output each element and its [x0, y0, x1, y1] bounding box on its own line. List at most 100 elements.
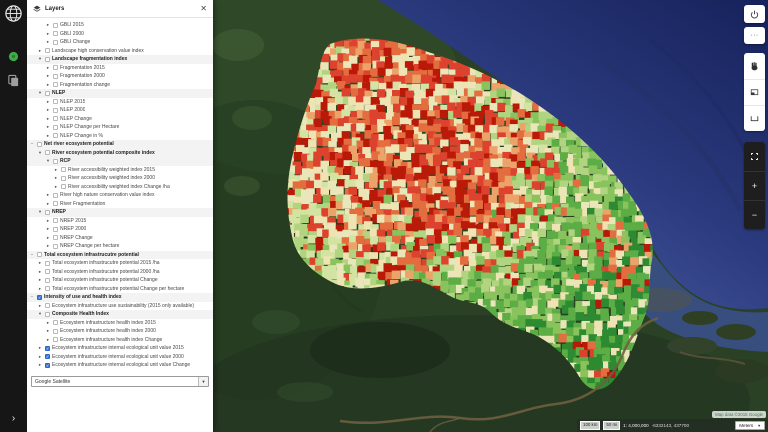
layer-tree-item[interactable]: ▸NREP Change — [27, 234, 213, 243]
layer-visibility-checkbox[interactable] — [45, 346, 50, 351]
expand-caret-icon[interactable]: ▸ — [45, 192, 51, 198]
layer-tree-item[interactable]: ▾Composite Health Index — [27, 310, 213, 319]
layer-tree-item[interactable]: ▸NREP 2000 — [27, 225, 213, 234]
layer-tree-item[interactable]: ▸Ecosystem infrastructure health index 2… — [27, 319, 213, 328]
expand-caret-icon[interactable]: ▸ — [45, 124, 51, 130]
layer-tree-item[interactable]: ▾RCP — [27, 157, 213, 166]
expand-caret-icon[interactable]: ▸ — [45, 337, 51, 343]
layer-tree-item[interactable]: ▸River accessibility weighted index 2015 — [27, 166, 213, 175]
expand-caret-icon[interactable]: ▸ — [53, 184, 59, 190]
expand-caret-icon[interactable]: ▸ — [53, 167, 59, 173]
layer-visibility-checkbox[interactable] — [53, 23, 58, 28]
expand-caret-icon[interactable]: ▸ — [45, 201, 51, 207]
layer-tree-item[interactable]: ▸NREP 2015 — [27, 217, 213, 226]
expand-caret-icon[interactable]: ▸ — [45, 65, 51, 71]
layer-visibility-checkbox[interactable] — [45, 57, 50, 62]
layer-tree-item[interactable]: ▾NLEP — [27, 89, 213, 98]
globe-logo-icon[interactable] — [4, 4, 23, 23]
layer-visibility-checkbox[interactable] — [53, 218, 58, 223]
layer-tree-item[interactable]: ▸Total ecosystem infrastrucutre potentia… — [27, 259, 213, 268]
layer-visibility-checkbox[interactable] — [53, 82, 58, 87]
layer-visibility-checkbox[interactable] — [53, 320, 58, 325]
expand-caret-icon[interactable]: ▸ — [45, 31, 51, 37]
collapse-caret-icon[interactable]: ▾ — [37, 90, 43, 96]
collapse-caret-icon[interactable]: − — [29, 141, 35, 147]
expand-caret-icon[interactable]: ▸ — [45, 22, 51, 28]
zoom-in-button[interactable]: + — [744, 171, 765, 200]
expand-caret-icon[interactable]: ▸ — [37, 269, 43, 275]
layer-visibility-checkbox[interactable] — [53, 244, 58, 249]
layer-tree-item[interactable]: ▸River accessibility weighted index 2000 — [27, 174, 213, 183]
basemap-select[interactable]: Google Satellite ▼ — [31, 376, 209, 387]
expand-caret-icon[interactable]: ▸ — [45, 218, 51, 224]
layer-tree-item[interactable]: ▸NLEP 2000 — [27, 106, 213, 115]
expand-caret-icon[interactable]: ▸ — [37, 277, 43, 283]
expand-caret-icon[interactable]: ▸ — [45, 133, 51, 139]
layer-visibility-checkbox[interactable] — [53, 99, 58, 104]
more-options-button[interactable]: ··· — [744, 27, 765, 44]
layer-tree-item[interactable]: ▸Ecosystem infrastructure internal ecolo… — [27, 344, 213, 353]
close-icon[interactable]: ✕ — [200, 5, 207, 13]
collapse-caret-icon[interactable]: − — [29, 294, 35, 300]
layer-visibility-checkbox[interactable] — [45, 286, 50, 291]
layer-visibility-checkbox[interactable] — [45, 269, 50, 274]
layer-visibility-checkbox[interactable] — [45, 210, 50, 215]
expand-caret-icon[interactable]: ▸ — [45, 235, 51, 241]
layer-visibility-checkbox[interactable] — [45, 303, 50, 308]
expand-caret-icon[interactable]: ▸ — [37, 48, 43, 54]
power-button[interactable] — [744, 5, 765, 23]
layer-visibility-checkbox[interactable] — [53, 159, 58, 164]
layer-tree-item[interactable]: ▸Total ecosystem infrastrucutre potentia… — [27, 268, 213, 277]
layer-tree-item[interactable]: ▸Ecosystem infrastructure use sustainabi… — [27, 302, 213, 311]
expand-caret-icon[interactable]: ▸ — [45, 107, 51, 113]
expand-caret-icon[interactable]: ▸ — [53, 175, 59, 181]
layer-tree-item[interactable]: −Total ecosystem infrastrucutre potentia… — [27, 251, 213, 260]
layer-tree-item[interactable]: ▸NLEP Change in % — [27, 132, 213, 141]
layer-tree-item[interactable]: ▸Ecosystem infrastructure health index C… — [27, 336, 213, 345]
layer-tree-item[interactable]: ▸River accessibility weighted index Chan… — [27, 183, 213, 192]
layer-tree-item[interactable]: −Net river ecosystem potential — [27, 140, 213, 149]
layer-visibility-checkbox[interactable] — [53, 31, 58, 36]
layer-tree-item[interactable]: ▸Total ecosystem infrastrucutre potentia… — [27, 276, 213, 285]
expand-caret-icon[interactable]: ▸ — [45, 99, 51, 105]
layer-tree-item[interactable]: ▸Fragmentation 2015 — [27, 64, 213, 73]
copy-pages-icon[interactable] — [7, 74, 20, 87]
layer-tree-item[interactable]: ▸Fragmentation change — [27, 81, 213, 90]
layer-tree-item[interactable]: ▸GBLI 2000 — [27, 30, 213, 39]
layer-tree-item[interactable]: ▸Ecosystem infrastructure internal ecolo… — [27, 361, 213, 370]
collapse-caret-icon[interactable]: ▾ — [45, 158, 51, 164]
layer-tree-item[interactable]: ▸GBLI 2015 — [27, 21, 213, 30]
expand-caret-icon[interactable]: ▸ — [37, 345, 43, 351]
layer-tree-item[interactable]: ▸NREP Change per hectare — [27, 242, 213, 251]
layer-tree-item[interactable]: ▸NLEP Change — [27, 115, 213, 124]
expand-caret-icon[interactable]: ▸ — [37, 260, 43, 266]
expand-caret-icon[interactable]: ▸ — [45, 320, 51, 326]
layer-visibility-checkbox[interactable] — [45, 354, 50, 359]
layer-tree-item[interactable]: ▾NREP — [27, 208, 213, 217]
layer-visibility-checkbox[interactable] — [37, 252, 42, 257]
layer-visibility-checkbox[interactable] — [53, 329, 58, 334]
collapse-caret-icon[interactable]: ▾ — [37, 150, 43, 156]
select-window-button[interactable] — [744, 79, 765, 105]
extent-tool-button[interactable] — [744, 105, 765, 131]
expand-caret-icon[interactable]: ▸ — [37, 303, 43, 309]
layer-visibility-checkbox[interactable] — [61, 184, 66, 189]
collapse-caret-icon[interactable]: − — [29, 252, 35, 258]
layer-visibility-checkbox[interactable] — [61, 176, 66, 181]
expand-caret-icon[interactable]: ▸ — [37, 362, 43, 368]
layer-tree-item[interactable]: ▸Fragmentation 2000 — [27, 72, 213, 81]
layer-tree-item[interactable]: ▸GBLI Change — [27, 38, 213, 47]
expand-caret-icon[interactable]: ▸ — [37, 354, 43, 360]
layer-visibility-checkbox[interactable] — [53, 201, 58, 206]
layer-visibility-checkbox[interactable] — [53, 193, 58, 198]
layer-visibility-checkbox[interactable] — [53, 337, 58, 342]
layer-tree-item[interactable]: ▾Landscape fragmentation index — [27, 55, 213, 64]
expand-caret-icon[interactable]: ▸ — [45, 73, 51, 79]
layer-tree-item[interactable]: ▸NLEP 2015 — [27, 98, 213, 107]
expand-caret-icon[interactable]: ▸ — [45, 116, 51, 122]
layer-tree-item[interactable]: ▸Ecosystem infrastructure internal ecolo… — [27, 353, 213, 362]
collapse-caret-icon[interactable]: ▾ — [37, 209, 43, 215]
layer-tree-item[interactable]: ▸Ecosystem infrastructure health index 2… — [27, 327, 213, 336]
layer-visibility-checkbox[interactable] — [45, 363, 50, 368]
layer-visibility-checkbox[interactable] — [45, 312, 50, 317]
